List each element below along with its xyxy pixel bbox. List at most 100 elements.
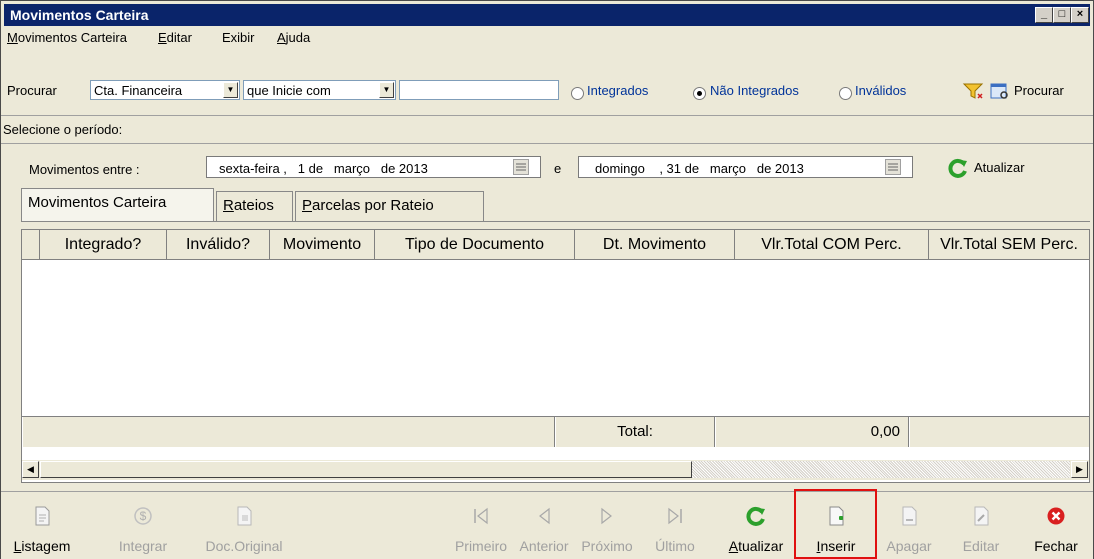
radio-integrados[interactable] [571, 87, 584, 100]
primeiro-button[interactable]: Primeiro [451, 492, 511, 559]
menu-exibir[interactable]: Exibir [222, 30, 255, 45]
search-field-value: Cta. Financeira [94, 83, 183, 98]
scroll-track[interactable] [692, 461, 1070, 478]
search-field-select[interactable]: Cta. Financeira ▼ [90, 80, 240, 100]
refresh-icon [948, 158, 967, 178]
radio-integrados-label[interactable]: Integrados [587, 83, 648, 98]
scroll-left-icon[interactable]: ◀ [22, 461, 39, 478]
minimize-button[interactable]: _ [1035, 7, 1053, 23]
fechar-label: Fechar [1034, 538, 1078, 554]
anterior-button[interactable]: Anterior [511, 492, 577, 559]
integrar-label: Integrar [118, 538, 168, 554]
doc-original-label: Doc.Original [205, 538, 283, 554]
maximize-button[interactable]: □ [1053, 7, 1071, 23]
end-date-picker[interactable]: domingo , 31 de março de 2013 [578, 156, 913, 178]
radio-invalidos[interactable] [839, 87, 852, 100]
next-record-icon [601, 507, 612, 525]
bottom-toolbar: Listagem $ Integrar Doc.Original Primeir… [1, 491, 1093, 559]
search-button[interactable]: Procurar [990, 80, 1090, 102]
footer-spacer [22, 417, 555, 447]
period-section-label: Selecione o período: [3, 122, 123, 137]
date-conjunction: e [554, 161, 562, 176]
tab-movimentos-carteira[interactable]: Movimentos Carteira [21, 188, 214, 221]
total-label: Total: [555, 417, 715, 447]
doc-original-button[interactable]: Doc.Original [199, 492, 289, 559]
column-header-tipo-documento[interactable]: Tipo de Documento [375, 230, 575, 260]
row-indicator-header [22, 230, 40, 260]
start-date-value: sexta-feira , 1 de março de 2013 [219, 161, 428, 176]
main-window: Movimentos Carteira _ □ × Movimentos Car… [0, 0, 1094, 559]
search-window-icon [990, 83, 1008, 99]
radio-invalidos-label[interactable]: Inválidos [855, 83, 906, 98]
menu-exibir-label: Exibir [222, 30, 255, 45]
end-date-value: domingo , 31 de março de 2013 [595, 161, 804, 176]
atualizar-label: Atualizar [728, 538, 784, 554]
editar-button[interactable]: Editar [951, 492, 1011, 559]
refresh-icon [746, 506, 765, 526]
divider [1, 143, 1093, 144]
listagem-button[interactable]: Listagem [7, 492, 77, 559]
search-condition-select[interactable]: que Inicie com ▼ [243, 80, 396, 100]
tab-parcelas-por-rateio[interactable]: Parcelas por Rateio [295, 191, 484, 221]
scroll-right-icon[interactable]: ▶ [1071, 461, 1088, 478]
dollar-icon: $ [134, 507, 152, 525]
first-record-icon [474, 507, 488, 525]
previous-record-icon [539, 507, 550, 525]
svg-text:$: $ [140, 509, 147, 523]
menu-ajuda[interactable]: Ajuda [277, 30, 310, 45]
integrar-button[interactable]: $ Integrar [112, 492, 174, 559]
apagar-button[interactable]: Apagar [877, 492, 941, 559]
apagar-label: Apagar [886, 538, 932, 554]
column-header-vlr-total-com-perc[interactable]: Vlr.Total COM Perc. [735, 230, 929, 260]
search-input[interactable] [399, 80, 559, 100]
editar-label: Editar [962, 538, 1000, 554]
movimentos-entre-label: Movimentos entre : [29, 162, 140, 177]
horizontal-scrollbar[interactable]: ◀ ▶ [22, 460, 1089, 480]
column-header-dt-movimento[interactable]: Dt. Movimento [575, 230, 735, 260]
inserir-highlight-box [794, 489, 877, 559]
column-header-integrado[interactable]: Integrado? [40, 230, 167, 260]
period-refresh-button[interactable]: Atualizar [947, 157, 1047, 179]
chevron-down-icon[interactable]: ▼ [223, 82, 238, 98]
tab-rateios[interactable]: Rateios [216, 191, 293, 221]
tab-baseline [21, 221, 1090, 222]
radio-nao-integrados-label[interactable]: Não Integrados [710, 83, 799, 98]
scroll-thumb[interactable] [40, 461, 692, 478]
divider [1, 115, 1093, 116]
grid-footer: Total: 0,00 [22, 416, 1089, 447]
proximo-button[interactable]: Próximo [577, 492, 637, 559]
date-spin-icon[interactable] [885, 159, 901, 175]
ultimo-button[interactable]: Último [649, 492, 701, 559]
window-title: Movimentos Carteira [10, 7, 149, 23]
filter-icon[interactable] [962, 82, 984, 103]
chevron-down-icon[interactable]: ▼ [379, 82, 394, 98]
delete-document-icon [902, 506, 917, 526]
search-bar: Procurar Cta. Financeira ▼ que Inicie co… [3, 77, 1091, 105]
search-button-label: Procurar [1014, 83, 1064, 98]
ultimo-label: Último [655, 538, 695, 554]
search-label: Procurar [7, 83, 57, 98]
column-header-vlr-total-sem-perc[interactable]: Vlr.Total SEM Perc. [929, 230, 1089, 260]
close-icon [1047, 507, 1065, 525]
column-header-movimento[interactable]: Movimento [270, 230, 375, 260]
footer-spacer [909, 417, 1089, 447]
document-icon [35, 506, 50, 526]
fechar-button[interactable]: Fechar [1025, 492, 1087, 559]
column-header-invalido[interactable]: Inválido? [167, 230, 270, 260]
menu-bar: Movimentos Carteira Editar Exibir Ajuda [3, 28, 1091, 48]
edit-document-icon [974, 506, 989, 526]
menu-movimentos-carteira[interactable]: Movimentos Carteira [7, 30, 127, 45]
start-date-picker[interactable]: sexta-feira , 1 de março de 2013 [206, 156, 541, 178]
search-condition-value: que Inicie com [247, 83, 331, 98]
menu-editar[interactable]: Editar [158, 30, 192, 45]
document-copy-icon [237, 506, 252, 526]
close-window-button[interactable]: × [1071, 7, 1089, 23]
last-record-icon [668, 507, 682, 525]
title-bar[interactable]: Movimentos Carteira _ □ × [4, 4, 1090, 26]
atualizar-button[interactable]: Atualizar [721, 492, 791, 559]
radio-nao-integrados[interactable] [693, 87, 706, 100]
date-spin-icon[interactable] [513, 159, 529, 175]
total-value: 0,00 [715, 417, 909, 447]
movimentos-grid[interactable]: Integrado? Inválido? Movimento Tipo de D… [21, 229, 1090, 483]
anterior-label: Anterior [519, 538, 569, 554]
